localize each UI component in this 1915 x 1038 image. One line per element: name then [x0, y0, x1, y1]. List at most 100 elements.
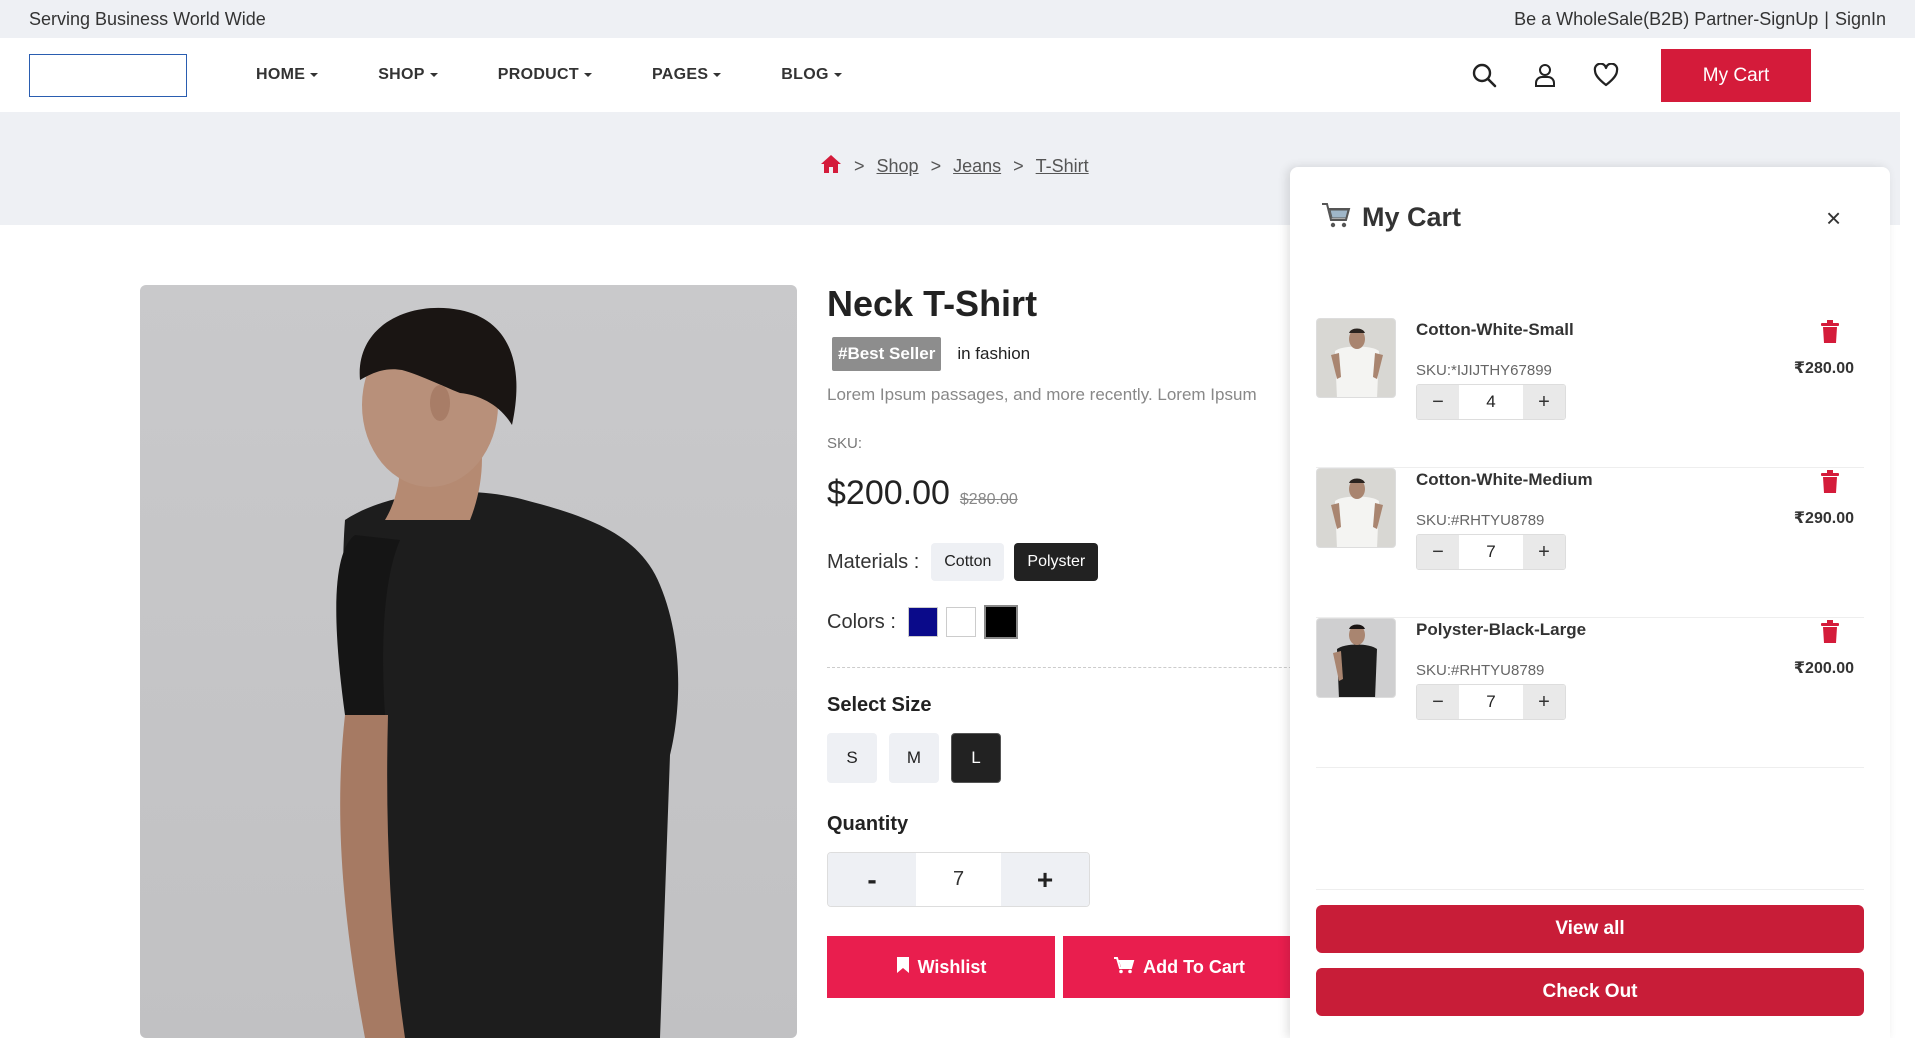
- nav-label: BLOG: [781, 66, 829, 83]
- wishlist-label: Wishlist: [917, 956, 987, 977]
- trash-icon[interactable]: [1820, 470, 1840, 499]
- qty-decrease-button[interactable]: -: [828, 853, 916, 906]
- wishlist-button[interactable]: Wishlist: [827, 936, 1055, 998]
- cart-item-name[interactable]: Cotton-White-Medium: [1416, 470, 1593, 490]
- cart-item: Cotton-White-Medium SKU:#RHTYU8789 − 7 +…: [1316, 468, 1864, 618]
- nav-label: PAGES: [651, 66, 709, 83]
- product-info: Neck T-Shirt #Best Seller in fashion Lor…: [827, 283, 1327, 998]
- cart-item-qty-stepper: − 7 +: [1416, 684, 1566, 720]
- cart-item-name[interactable]: Polyster-Black-Large: [1416, 620, 1586, 640]
- breadcrumb-separator: >: [930, 156, 942, 176]
- trash-icon[interactable]: [1820, 320, 1840, 349]
- cart-item: Polyster-Black-Large SKU:#RHTYU8789 − 7 …: [1316, 618, 1864, 768]
- nav-item-home[interactable]: HOME: [256, 66, 319, 84]
- nav-item-product[interactable]: PRODUCT: [498, 66, 592, 84]
- cart-item-thumbnail[interactable]: [1316, 468, 1396, 548]
- drawer-divider: [1316, 889, 1864, 890]
- qty-increase-button[interactable]: +: [1001, 853, 1089, 906]
- caret-down-icon: [583, 73, 592, 77]
- partner-signup-link[interactable]: Be a WholeSale(B2B) Partner-SignUp: [1514, 9, 1818, 30]
- cart-qty-value[interactable]: 4: [1459, 385, 1523, 419]
- nav-label: SHOP: [378, 66, 425, 83]
- materials-row: Materials : Cotton Polyster: [827, 543, 1327, 581]
- price-row: $200.00 $280.00: [827, 474, 1327, 513]
- cart-qty-decrease[interactable]: −: [1417, 685, 1459, 719]
- user-icon[interactable]: [1531, 61, 1559, 89]
- size-option-l[interactable]: L: [951, 733, 1001, 783]
- breadcrumb-shop[interactable]: Shop: [877, 156, 919, 177]
- color-swatch-navy[interactable]: [907, 607, 938, 637]
- old-price: $280.00: [959, 491, 1018, 508]
- product-description: Lorem Ipsum passages, and more recently.…: [827, 385, 1257, 404]
- cart-item: Cotton-White-Small SKU:*IJIJTHY67899 − 4…: [1316, 318, 1864, 468]
- my-cart-button[interactable]: My Cart: [1661, 49, 1811, 102]
- cart-item-sku: SKU:#RHTYU8789: [1416, 512, 1545, 529]
- link-divider: |: [1824, 8, 1829, 29]
- main-navbar: HOME SHOP PRODUCT PAGES BLOG My Cart: [0, 38, 1900, 112]
- caret-down-icon: [310, 73, 319, 77]
- caret-down-icon: [833, 73, 842, 77]
- cart-qty-increase[interactable]: +: [1523, 685, 1565, 719]
- shopping-cart-icon: [1320, 201, 1352, 234]
- divider: [827, 667, 1327, 668]
- nav-label: PRODUCT: [497, 66, 579, 83]
- checkout-button[interactable]: Check Out: [1316, 968, 1864, 1016]
- cart-qty-increase[interactable]: +: [1523, 535, 1565, 569]
- nav-item-blog[interactable]: BLOG: [781, 66, 842, 84]
- nav-label: HOME: [256, 66, 306, 83]
- home-icon[interactable]: [820, 154, 842, 179]
- trash-icon[interactable]: [1820, 620, 1840, 649]
- signin-link[interactable]: SignIn: [1835, 9, 1886, 30]
- breadcrumb-tshirt[interactable]: T-Shirt: [1036, 156, 1089, 177]
- breadcrumb-jeans[interactable]: Jeans: [953, 156, 1001, 177]
- colors-label: Colors :: [827, 610, 896, 633]
- heart-icon[interactable]: [1592, 61, 1620, 89]
- cart-qty-decrease[interactable]: −: [1417, 535, 1459, 569]
- breadcrumb-separator: >: [854, 156, 865, 176]
- color-swatch-white[interactable]: [945, 607, 976, 637]
- colors-row: Colors :: [827, 605, 1327, 639]
- qty-value[interactable]: 7: [916, 853, 1001, 906]
- quantity-title: Quantity: [827, 813, 909, 835]
- color-swatch-black[interactable]: [983, 605, 1018, 639]
- nav-item-pages[interactable]: PAGES: [651, 66, 722, 84]
- product-tags: #Best Seller in fashion: [827, 337, 1327, 371]
- breadcrumb-separator: >: [1013, 156, 1024, 176]
- size-option-s[interactable]: S: [827, 733, 877, 783]
- top-bar: Serving Business World Wide Be a WholeSa…: [0, 0, 1915, 38]
- cart-drawer: My Cart × Cotton-White-Small SKU:*IJIJTH…: [1290, 167, 1890, 1038]
- add-to-cart-button[interactable]: Add To Cart: [1063, 936, 1295, 998]
- nav-menu: HOME SHOP PRODUCT PAGES BLOG: [256, 38, 902, 112]
- cart-qty-value[interactable]: 7: [1459, 535, 1523, 569]
- search-icon[interactable]: [1470, 61, 1498, 89]
- account-links: Be a WholeSale(B2B) Partner-SignUp | Sig…: [1514, 9, 1886, 30]
- cart-item-thumbnail[interactable]: [1316, 318, 1396, 398]
- product-sku: SKU:: [827, 435, 863, 452]
- cart-title: My Cart: [1362, 202, 1462, 232]
- cart-item-qty-stepper: − 7 +: [1416, 534, 1566, 570]
- cart-item-name[interactable]: Cotton-White-Small: [1416, 320, 1574, 340]
- nav-item-shop[interactable]: SHOP: [378, 66, 438, 84]
- logo[interactable]: [29, 54, 187, 97]
- bookmark-icon: [896, 956, 910, 979]
- size-option-m[interactable]: M: [889, 733, 939, 783]
- cart-qty-increase[interactable]: +: [1523, 385, 1565, 419]
- material-option-cotton[interactable]: Cotton: [931, 543, 1005, 581]
- add-to-cart-label: Add To Cart: [1143, 956, 1245, 977]
- caret-down-icon: [429, 73, 438, 77]
- breadcrumb: > Shop > Jeans > T-Shirt: [820, 154, 1089, 179]
- material-option-polyster[interactable]: Polyster: [1014, 543, 1099, 581]
- materials-label: Materials :: [827, 550, 920, 573]
- view-all-button[interactable]: View all: [1316, 905, 1864, 953]
- best-seller-badge: #Best Seller: [832, 337, 942, 371]
- cart-item-qty-stepper: − 4 +: [1416, 384, 1566, 420]
- cart-item-price: ₹290.00: [1793, 510, 1854, 527]
- caret-down-icon: [713, 73, 722, 77]
- cart-qty-value[interactable]: 7: [1459, 685, 1523, 719]
- cart-header: My Cart: [1320, 201, 1461, 234]
- cart-qty-decrease[interactable]: −: [1417, 385, 1459, 419]
- cart-item-thumbnail[interactable]: [1316, 618, 1396, 698]
- product-image[interactable]: [140, 285, 797, 1038]
- close-icon[interactable]: ×: [1826, 203, 1841, 234]
- product-actions: Wishlist Add To Cart: [827, 936, 1327, 998]
